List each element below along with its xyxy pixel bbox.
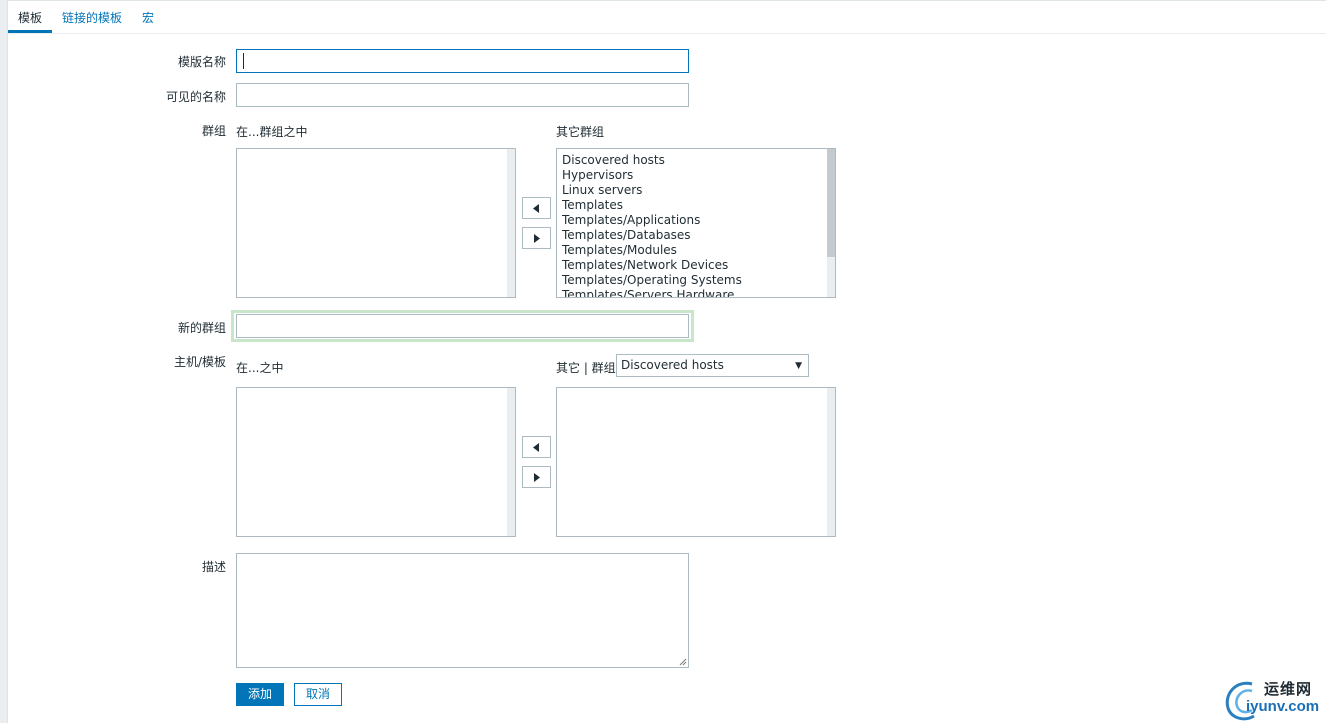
watermark-en-text: iyunv.com bbox=[1246, 698, 1320, 715]
add-button[interactable]: 添加 bbox=[236, 683, 284, 706]
watermark-logo: 运维网 iyunv.com bbox=[1222, 676, 1326, 723]
list-item[interactable]: Templates/Databases bbox=[562, 228, 742, 243]
description-label: 描述 bbox=[201, 560, 226, 574]
left-gutter bbox=[0, 0, 7, 723]
description-textarea[interactable] bbox=[236, 553, 689, 668]
visible-name-input[interactable] bbox=[236, 83, 689, 107]
tab-template[interactable]: 模板 bbox=[8, 1, 52, 33]
other-groups-list: Discovered hosts Hypervisors Linux serve… bbox=[562, 153, 742, 297]
template-name-input[interactable] bbox=[236, 49, 689, 73]
tab-bar: 模板 链接的模板 宏 bbox=[8, 1, 1326, 34]
list-item[interactable]: Templates/Network Devices bbox=[562, 258, 742, 273]
in-hosts-scrollbar[interactable] bbox=[507, 388, 515, 536]
other-groups-listbox[interactable]: Discovered hosts Hypervisors Linux serve… bbox=[556, 148, 836, 298]
arrow-right-icon bbox=[534, 234, 540, 243]
tab-linked-templates[interactable]: 链接的模板 bbox=[61, 1, 123, 33]
other-groups-scroll-thumb[interactable] bbox=[827, 149, 835, 257]
cancel-button[interactable]: 取消 bbox=[294, 683, 342, 706]
other-hosts-scrollbar[interactable] bbox=[827, 388, 835, 536]
other-group-label: 其它 | 群组 bbox=[556, 361, 616, 375]
resize-grip-icon[interactable] bbox=[678, 657, 687, 666]
in-hosts-label: 在...之中 bbox=[236, 361, 284, 375]
groups-label: 群组 bbox=[201, 124, 226, 138]
new-group-label: 新的群组 bbox=[177, 321, 226, 335]
list-item[interactable]: Discovered hosts bbox=[562, 153, 742, 168]
other-hosts-listbox[interactable] bbox=[556, 387, 836, 537]
remove-group-button[interactable] bbox=[522, 227, 551, 249]
list-item[interactable]: Templates/Operating Systems bbox=[562, 273, 742, 288]
template-name-label: 模版名称 bbox=[177, 55, 226, 69]
watermark-cn-text: 运维网 bbox=[1264, 680, 1313, 698]
add-host-button[interactable] bbox=[522, 436, 551, 458]
in-groups-label: 在...群组之中 bbox=[236, 125, 308, 139]
list-item[interactable]: Templates/Servers Hardware bbox=[562, 288, 742, 297]
group-select[interactable]: Discovered hosts ▼ bbox=[616, 354, 809, 377]
in-hosts-listbox[interactable] bbox=[236, 387, 516, 537]
new-group-input[interactable] bbox=[236, 314, 689, 338]
in-groups-scrollbar[interactable] bbox=[507, 149, 515, 297]
list-item[interactable]: Linux servers bbox=[562, 183, 742, 198]
text-caret bbox=[243, 53, 244, 69]
arrow-left-icon bbox=[533, 204, 539, 213]
group-select-value: Discovered hosts bbox=[621, 358, 724, 372]
hosts-templates-label: 主机/模板 bbox=[173, 355, 226, 369]
tab-macros[interactable]: 宏 bbox=[140, 1, 156, 33]
list-item[interactable]: Templates/Modules bbox=[562, 243, 742, 258]
arrow-right-icon bbox=[534, 473, 540, 482]
list-item[interactable]: Templates/Applications bbox=[562, 213, 742, 228]
chevron-down-icon: ▼ bbox=[795, 361, 802, 371]
list-item[interactable]: Templates bbox=[562, 198, 742, 213]
add-group-button[interactable] bbox=[522, 197, 551, 219]
in-groups-listbox[interactable] bbox=[236, 148, 516, 298]
other-groups-label: 其它群组 bbox=[556, 125, 605, 139]
arrow-left-icon bbox=[533, 443, 539, 452]
list-item[interactable]: Hypervisors bbox=[562, 168, 742, 183]
remove-host-button[interactable] bbox=[522, 466, 551, 488]
other-groups-scrollbar[interactable] bbox=[827, 149, 835, 297]
visible-name-label: 可见的名称 bbox=[165, 90, 226, 104]
